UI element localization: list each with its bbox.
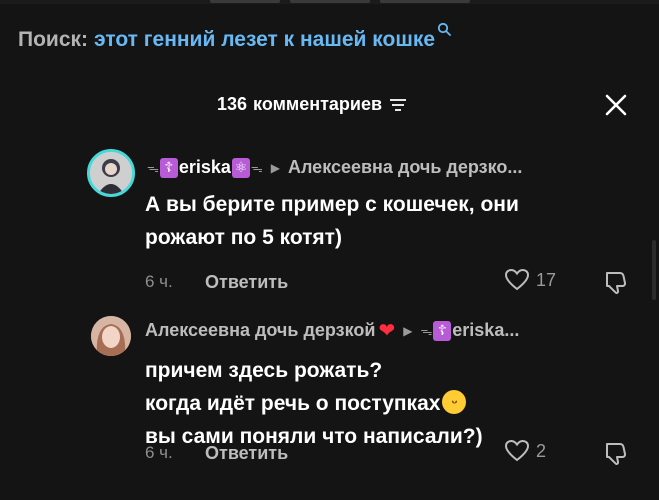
dislike-icon[interactable] bbox=[602, 440, 628, 466]
comment-meta: 6 ч. Ответить 2 bbox=[145, 439, 645, 467]
avatar-image bbox=[90, 152, 132, 194]
comment-text-line: А вы берите пример с кошечек, они bbox=[145, 193, 519, 216]
reply-button[interactable]: Ответить bbox=[205, 272, 288, 293]
reply-to-name[interactable]: eriska... bbox=[452, 320, 519, 341]
comment-text: А вы берите пример с кошечек, они рожают… bbox=[145, 188, 519, 254]
comment-text-line: причем здесь рожать? bbox=[145, 359, 383, 382]
top-edge-strip bbox=[0, 0, 659, 4]
atom-badge-icon: ⚛ bbox=[231, 157, 250, 178]
heart-icon bbox=[504, 268, 530, 291]
avatar[interactable] bbox=[87, 149, 135, 197]
comment-meta: 6 ч. Ответить 17 bbox=[145, 268, 645, 296]
comments-header: 136 комментариев bbox=[0, 90, 659, 120]
reply-arrow-icon: ▶ bbox=[270, 160, 280, 175]
comment-time: 6 ч. bbox=[145, 272, 173, 291]
dislike-icon[interactable] bbox=[602, 269, 628, 295]
like-count: 2 bbox=[536, 440, 547, 461]
comment-text-line: когда идёт речь о поступках bbox=[145, 392, 441, 415]
filter-icon[interactable] bbox=[389, 98, 407, 112]
comment-count-label: комментариев bbox=[253, 94, 383, 114]
like-button[interactable]: 2 bbox=[504, 439, 546, 463]
like-button[interactable]: 17 bbox=[504, 268, 556, 292]
cross-badge-icon: ☦ bbox=[433, 320, 452, 341]
heart-icon bbox=[504, 439, 530, 462]
comment-author-line: Алексеевна дочь дерзкой ❤ ▶ ᯓ ☦ eriska..… bbox=[145, 318, 519, 343]
search-icon bbox=[437, 22, 451, 36]
grinning-emoji: ᵕ bbox=[442, 390, 467, 415]
cross-badge-icon: ☦ bbox=[159, 157, 178, 178]
reply-button[interactable]: Ответить bbox=[205, 443, 288, 464]
comment-author-line: ᯓ ☦ eriska ⚛ ᯓ ▶ Алексеевна дочь дерзко.… bbox=[147, 157, 522, 178]
search-prefix-label: Поиск: bbox=[18, 28, 89, 51]
search-suggestion[interactable]: Поиск: этот генний лезет к нашей кошке bbox=[18, 22, 451, 58]
reply-arrow-icon: ▶ bbox=[403, 323, 413, 338]
decoration-glyph: ᯓ bbox=[147, 161, 159, 175]
avatar-image bbox=[91, 316, 131, 356]
comment-text-line: рожают по 5 котят) bbox=[145, 226, 342, 249]
decoration-glyph: ᯓ bbox=[420, 324, 433, 338]
avatar[interactable] bbox=[91, 316, 131, 356]
close-icon[interactable] bbox=[603, 92, 629, 118]
reply-to-name[interactable]: Алексеевна дочь дерзко... bbox=[288, 157, 522, 178]
comment-author[interactable]: Алексеевна дочь дерзкой bbox=[145, 320, 375, 341]
scrollbar[interactable] bbox=[652, 240, 656, 300]
comment-time: 6 ч. bbox=[145, 443, 173, 462]
comment-count-number: 136 bbox=[217, 94, 248, 114]
search-query-link[interactable]: этот генний лезет к нашей кошке bbox=[94, 28, 435, 52]
comment-author[interactable]: eriska bbox=[179, 157, 231, 178]
heart-emoji: ❤ bbox=[378, 320, 396, 342]
comment-count[interactable]: 136 комментариев bbox=[217, 94, 407, 115]
like-count: 17 bbox=[536, 269, 557, 290]
decoration-glyph: ᯓ bbox=[250, 161, 263, 175]
